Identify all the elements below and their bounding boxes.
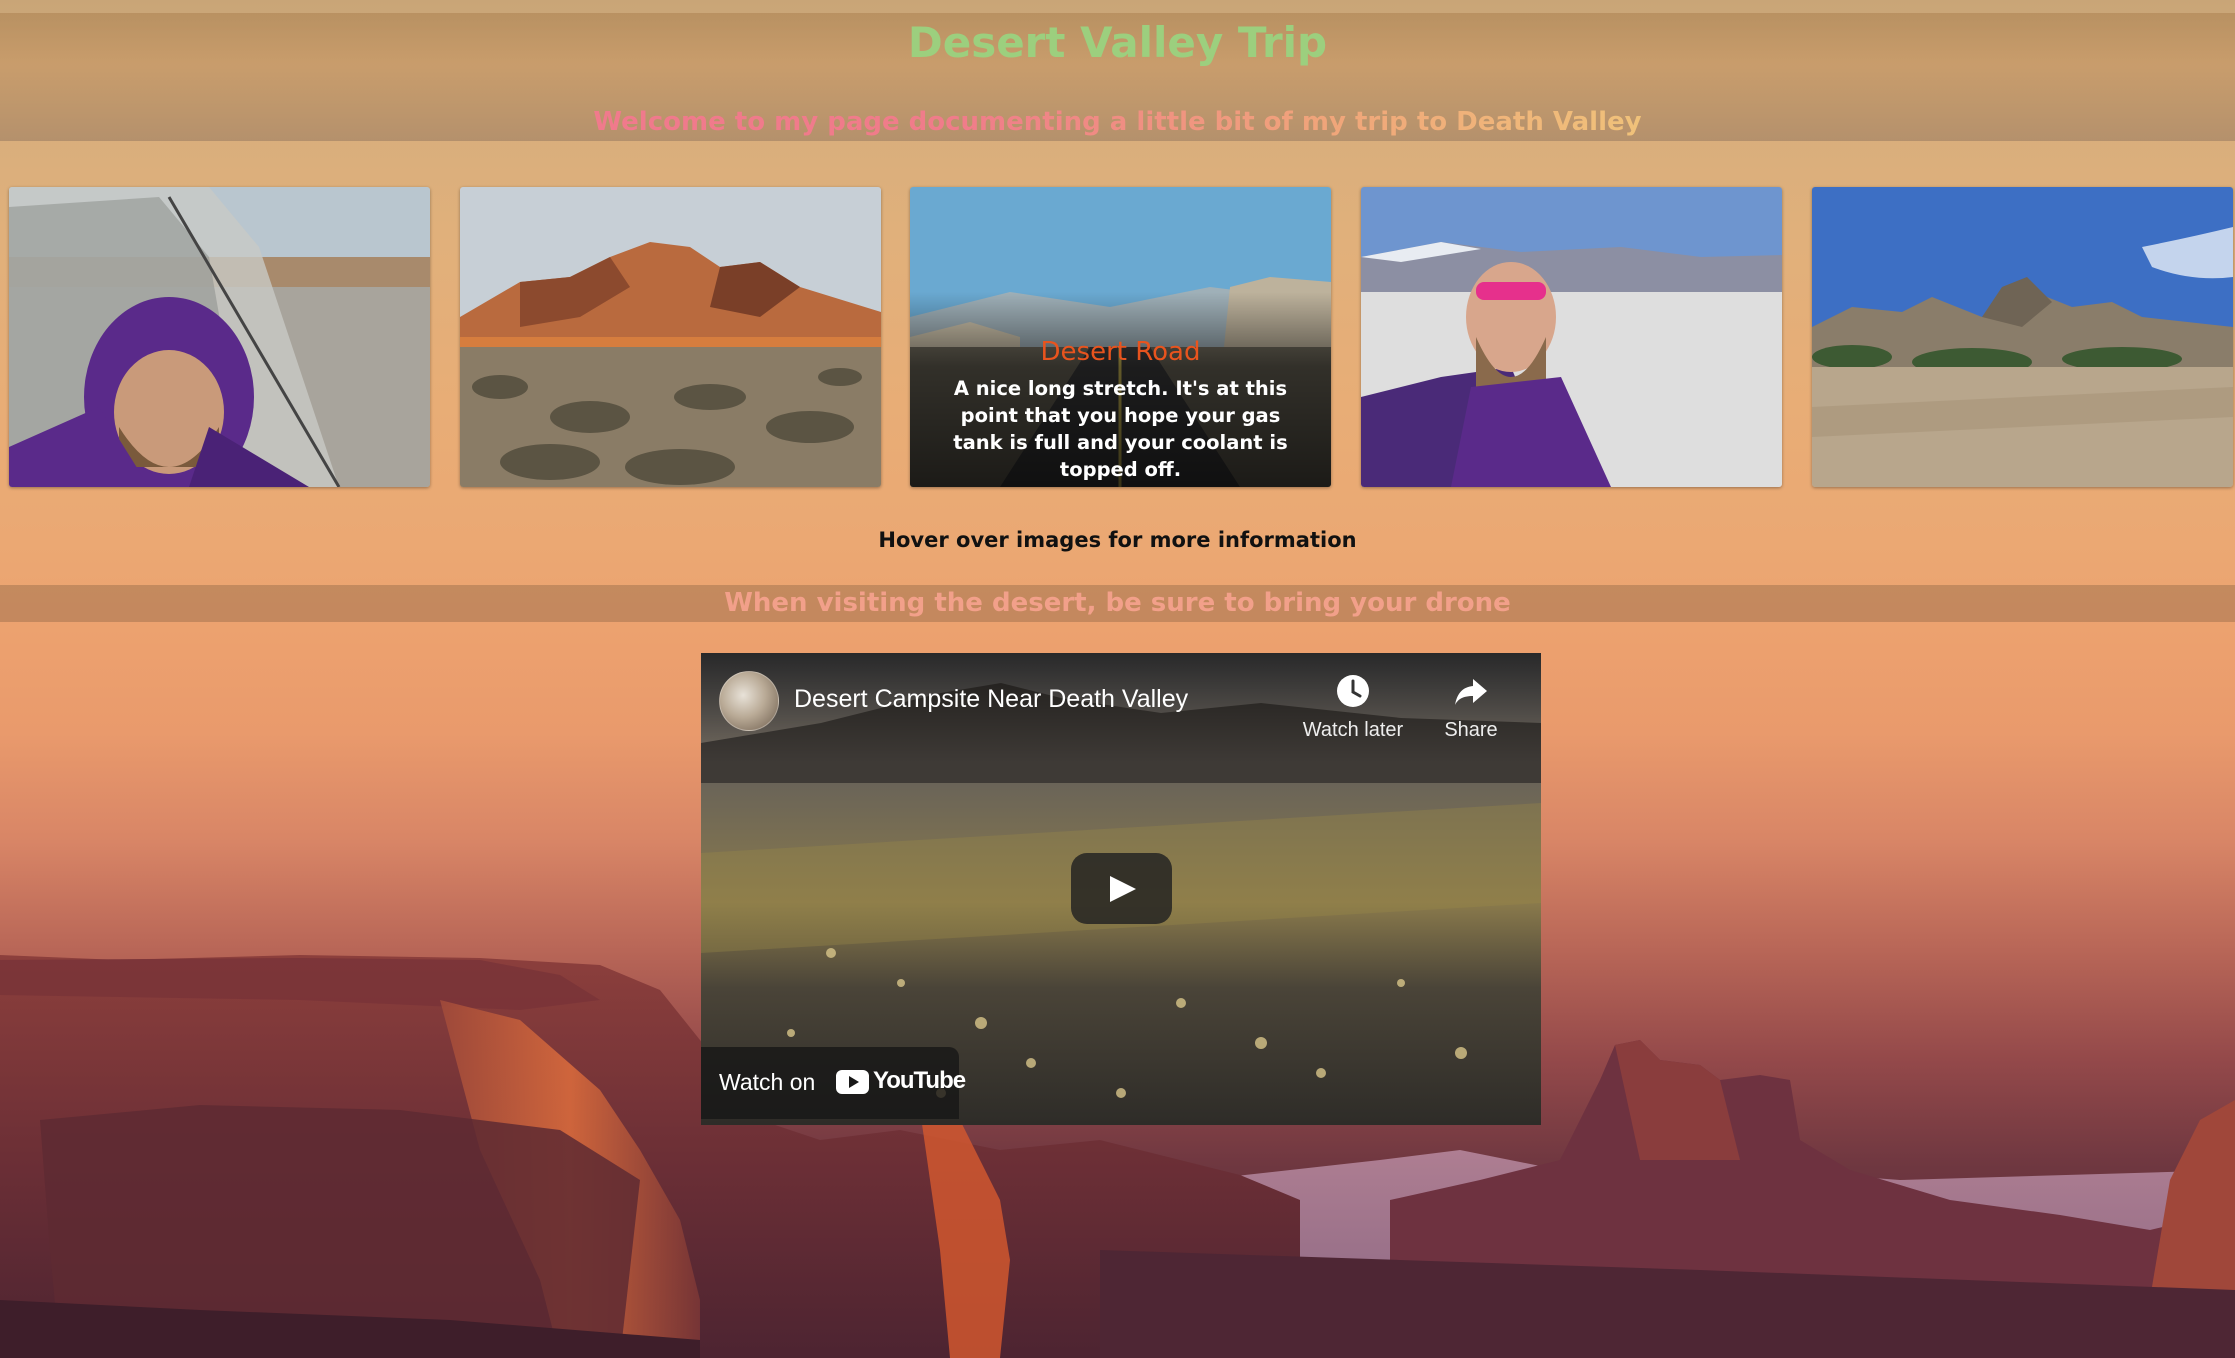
hover-hint: Hover over images for more information — [878, 528, 1357, 552]
welcome-heading-wrap: Welcome to my page documenting a little … — [0, 107, 2235, 143]
youtube-embed[interactable]: Desert Campsite Near Death Valley Watch … — [701, 653, 1541, 1125]
play-icon — [1110, 876, 1136, 902]
share-icon — [1455, 679, 1487, 705]
gallery-card-desert-road[interactable]: Desert Road A nice long stretch. It's at… — [910, 187, 1331, 487]
card-caption-text: A nice long stretch. It's at this point … — [953, 377, 1288, 481]
youtube-wordmark: YouTube — [873, 1067, 966, 1094]
share-button[interactable]: Share — [1416, 671, 1526, 742]
tent-selfie-photo — [9, 187, 430, 487]
card-caption-title: Desert Road — [1040, 337, 1201, 367]
play-button[interactable] — [1071, 853, 1172, 924]
gallery-card-mountain-sunset[interactable] — [460, 187, 881, 487]
watch-later-label: Watch later — [1302, 719, 1404, 741]
drone-heading-wrap: When visiting the desert, be sure to bri… — [0, 588, 2235, 618]
rock-formations-photo — [1812, 187, 2233, 487]
channel-avatar[interactable] — [719, 671, 779, 731]
share-label: Share — [1444, 719, 1498, 741]
page-title: Desert Valley Trip — [907, 18, 1328, 67]
drone-heading: When visiting the desert, be sure to bri… — [724, 588, 1511, 618]
mountain-sunset-photo — [460, 187, 881, 487]
gallery-card-salt-flat-selfie[interactable] — [1361, 187, 1782, 487]
youtube-play-icon — [836, 1070, 869, 1094]
photo-gallery: Desert Road A nice long stretch. It's at… — [9, 187, 2234, 487]
watch-later-button[interactable]: Watch later — [1298, 671, 1408, 742]
clock-icon — [1337, 675, 1369, 707]
video-title[interactable]: Desert Campsite Near Death Valley — [794, 685, 1188, 714]
gallery-card-tent-selfie[interactable] — [9, 187, 430, 487]
salt-flat-selfie-photo — [1361, 187, 1782, 487]
watch-on-youtube-button[interactable]: Watch on YouTube — [701, 1047, 966, 1119]
watch-on-label: Watch on — [719, 1069, 816, 1095]
gallery-card-rock-formations[interactable] — [1812, 187, 2233, 487]
welcome-heading: Welcome to my page documenting a little … — [593, 107, 1642, 137]
